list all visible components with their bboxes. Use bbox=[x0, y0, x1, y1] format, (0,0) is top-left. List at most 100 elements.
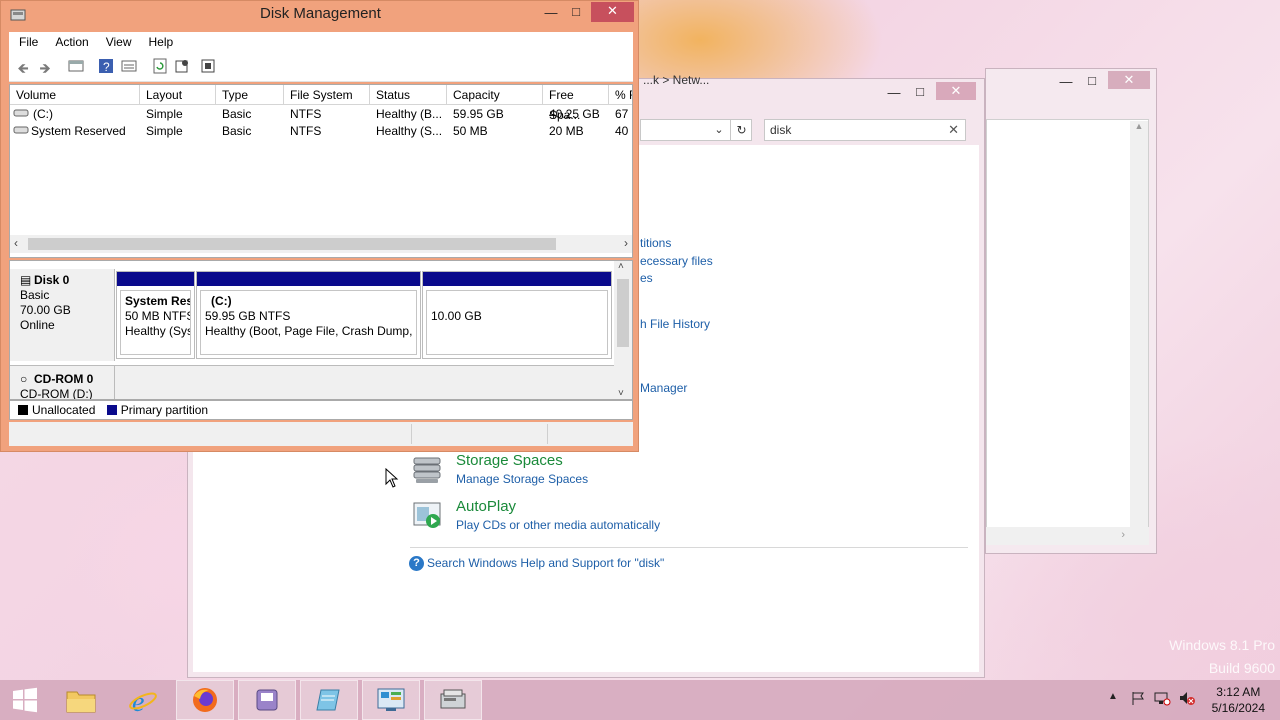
storage-spaces-title[interactable]: Storage Spaces bbox=[456, 452, 563, 469]
close-button[interactable]: ✕ bbox=[591, 2, 634, 22]
cdrom-0-label[interactable]: ○ CD-ROM 0 CD-ROM (D:) bbox=[10, 366, 115, 399]
menu-action[interactable]: Action bbox=[45, 32, 95, 49]
column-header-percent-free[interactable]: % F bbox=[609, 85, 632, 105]
app-purple-taskbar-button[interactable] bbox=[238, 680, 296, 720]
column-header-layout[interactable]: Layout bbox=[140, 85, 216, 105]
cdrom-name: CD-ROM 0 bbox=[34, 372, 94, 386]
partial-link-2[interactable]: ecessary files bbox=[640, 254, 713, 268]
minimize-button[interactable]: — bbox=[1056, 73, 1076, 91]
cell-capacity: 59.95 GB bbox=[453, 107, 504, 121]
disk-graphical-view: ▤ Disk 0 Basic 70.00 GB Online System Res… bbox=[9, 260, 633, 400]
unallocated-swatch bbox=[18, 405, 28, 415]
menu-view[interactable]: View bbox=[96, 32, 139, 49]
partial-link-5[interactable]: Manager bbox=[640, 381, 687, 395]
refresh-icon[interactable] bbox=[150, 58, 170, 78]
scroll-down-icon[interactable]: ˅ bbox=[618, 388, 624, 399]
maximize-button[interactable]: □ bbox=[566, 3, 586, 21]
back-icon[interactable]: 🡸 bbox=[13, 58, 33, 78]
disk-icon: ▤ bbox=[20, 273, 32, 287]
column-header-free-space[interactable]: Free Spa... bbox=[543, 85, 609, 122]
content-pane bbox=[986, 119, 1149, 539]
disk-management-window: Disk Management — □ ✕ File Action View Help… bbox=[0, 0, 639, 452]
volume-muted-icon[interactable] bbox=[1178, 690, 1196, 709]
vertical-scrollbar[interactable]: ▲ ▼ bbox=[1130, 121, 1148, 539]
scroll-right-icon[interactable]: › bbox=[624, 236, 628, 250]
properties-icon[interactable] bbox=[119, 58, 139, 78]
menu-bar: File Action View Help bbox=[9, 32, 633, 54]
notepad-taskbar-button[interactable] bbox=[300, 680, 358, 720]
svg-text:?: ? bbox=[103, 60, 110, 74]
autoplay-link[interactable]: Play CDs or other media automatically bbox=[456, 518, 660, 532]
scroll-left-icon[interactable]: ‹ bbox=[14, 236, 18, 250]
horizontal-scrollbar[interactable]: ‹ › bbox=[10, 235, 632, 253]
column-header-type[interactable]: Type bbox=[216, 85, 284, 105]
rescan-disks-icon[interactable] bbox=[198, 58, 218, 78]
folder-icon bbox=[66, 691, 96, 713]
file-explorer-taskbar-button[interactable] bbox=[52, 680, 110, 720]
search-input[interactable] bbox=[765, 120, 935, 140]
primary-swatch bbox=[106, 405, 117, 415]
maximize-button[interactable]: □ bbox=[1082, 72, 1102, 90]
manage-storage-spaces-link[interactable]: Manage Storage Spaces bbox=[456, 472, 588, 486]
clock-date: 5/16/2024 bbox=[1211, 701, 1265, 715]
autoplay-icon bbox=[411, 498, 445, 532]
network-icon[interactable] bbox=[1153, 690, 1171, 709]
show-hidden-icons-icon[interactable]: ▲ bbox=[1108, 691, 1118, 702]
partition-bar bbox=[423, 272, 611, 286]
horizontal-scrollbar[interactable]: › bbox=[986, 527, 1149, 545]
column-header-capacity[interactable]: Capacity bbox=[447, 85, 543, 105]
minimize-button[interactable]: — bbox=[541, 4, 561, 22]
disk-0-name: Disk 0 bbox=[34, 273, 70, 287]
action-center-flag-icon[interactable] bbox=[1130, 690, 1146, 709]
cd-drive-icon: ○ bbox=[20, 372, 28, 386]
partial-link-1[interactable]: titions bbox=[640, 236, 671, 250]
partition-c[interactable]: (C:) 59.95 GB NTFS Healthy (Boot, Page F… bbox=[196, 271, 421, 359]
column-header-file-system[interactable]: File System bbox=[284, 85, 370, 105]
scrollbar-thumb[interactable] bbox=[617, 279, 629, 347]
search-box[interactable]: ✕ bbox=[764, 119, 966, 141]
taskbar-clock[interactable]: 3:12 AM 5/16/2024 bbox=[1212, 684, 1265, 716]
cell-file-system: NTFS bbox=[290, 107, 322, 121]
disk-management-taskbar-button[interactable] bbox=[424, 680, 482, 720]
menu-file[interactable]: File bbox=[9, 32, 45, 49]
partition-bar bbox=[197, 272, 420, 286]
close-button[interactable]: ✕ bbox=[936, 82, 976, 100]
disk-0-label[interactable]: ▤ Disk 0 Basic 70.00 GB Online bbox=[10, 269, 115, 361]
partial-link-4[interactable]: h File History bbox=[640, 317, 710, 331]
autoplay-title[interactable]: AutoPlay bbox=[456, 498, 516, 515]
clock-time: 3:12 AM bbox=[1216, 685, 1261, 699]
search-help-link[interactable]: Search Windows Help and Support for "dis… bbox=[427, 556, 664, 570]
scroll-up-icon[interactable]: ˄ bbox=[618, 261, 624, 272]
close-icon[interactable]: ✕ bbox=[948, 122, 959, 138]
internet-explorer-taskbar-button[interactable]: e bbox=[114, 680, 172, 720]
cell-capacity: 50 MB bbox=[453, 124, 488, 138]
partition-name: System Res bbox=[125, 294, 191, 308]
scrollbar-thumb[interactable] bbox=[28, 238, 556, 250]
disk-management-icon bbox=[440, 689, 466, 709]
help-icon[interactable]: ? bbox=[96, 58, 116, 78]
watermark-build: Build 9600 bbox=[1208, 660, 1275, 676]
settings-icon[interactable] bbox=[172, 58, 192, 78]
show-hide-console-tree-icon[interactable] bbox=[66, 58, 86, 78]
internet-explorer-icon: e bbox=[129, 687, 157, 715]
control-panel-taskbar-button[interactable] bbox=[362, 680, 420, 720]
status-bar bbox=[9, 422, 633, 446]
refresh-icon[interactable]: ↻ bbox=[730, 119, 752, 141]
firefox-taskbar-button[interactable] bbox=[176, 680, 234, 720]
partial-link-3[interactable]: es bbox=[640, 271, 653, 285]
start-button[interactable] bbox=[0, 680, 50, 720]
forward-icon[interactable]: 🡺 bbox=[35, 58, 55, 78]
status-divider bbox=[411, 424, 412, 444]
partition-system-reserved[interactable]: System Res 50 MB NTFS Healthy (Sys bbox=[116, 271, 195, 359]
column-header-volume[interactable]: Volume bbox=[10, 85, 140, 105]
chevron-down-icon[interactable]: ⌄ bbox=[710, 119, 728, 141]
vertical-scrollbar[interactable]: ˄ ˅ bbox=[614, 261, 632, 399]
maximize-button[interactable]: □ bbox=[910, 83, 930, 101]
column-header-status[interactable]: Status bbox=[370, 85, 447, 105]
windows-logo-icon bbox=[13, 687, 37, 713]
minimize-button[interactable]: — bbox=[884, 84, 904, 102]
menu-help[interactable]: Help bbox=[139, 32, 181, 49]
cell-percent-free: 67 bbox=[615, 107, 629, 121]
partition-unallocated[interactable]: 10.00 GB bbox=[422, 271, 612, 359]
close-button[interactable]: ✕ bbox=[1108, 71, 1150, 89]
